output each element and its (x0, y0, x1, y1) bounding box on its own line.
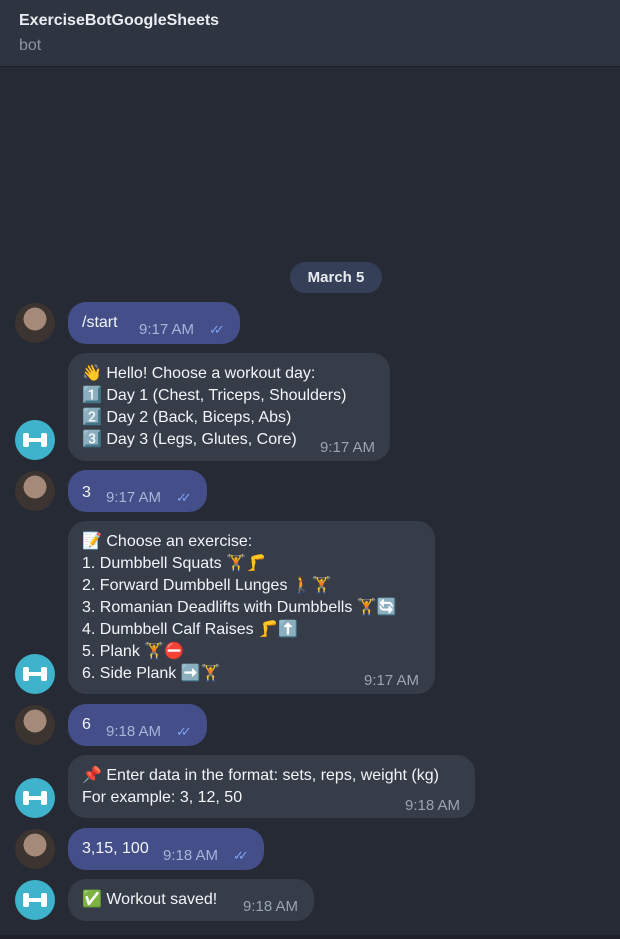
user-avatar[interactable] (15, 705, 55, 745)
bot-avatar[interactable] (15, 880, 55, 920)
message-bubble-incoming[interactable]: 👋 Hello! Choose a workout day: 1️⃣ Day 1… (68, 353, 390, 461)
message-line: 2. Forward Dumbbell Lunges 🚶🏋️ (82, 577, 332, 594)
message-line: 6. Side Plank ➡️🏋️ (82, 665, 221, 682)
composer-divider (0, 935, 620, 939)
chat-title[interactable]: ExerciseBotGoogleSheets (19, 12, 219, 30)
message-line: 1️⃣ Day 1 (Chest, Triceps, Shoulders) (82, 387, 347, 404)
message-line: 📝 Choose an exercise: (82, 533, 253, 550)
message-time: 9:18 AM (243, 898, 299, 915)
user-avatar[interactable] (15, 303, 55, 343)
message-line: 1. Dumbbell Squats 🏋️🦵 (82, 555, 266, 572)
double-check-icon: ✓✓ (233, 848, 249, 863)
message-text: 3 (82, 484, 91, 501)
message-text: /start (82, 314, 118, 331)
message-bubble-incoming[interactable]: ✅ Workout saved! 9:18 AM (68, 879, 314, 921)
message-text: ✅ Workout saved! (82, 891, 218, 908)
message-line: 3️⃣ Day 3 (Legs, Glutes, Core) (82, 431, 297, 448)
date-separator: March 5 (290, 262, 382, 293)
message-bubble-outgoing[interactable]: 6 9:18 AM ✓✓ (68, 704, 207, 746)
message-time: 9:17 AM (364, 672, 420, 689)
double-check-icon: ✓✓ (209, 322, 225, 337)
message-line: 📌 Enter data in the format: sets, reps, … (82, 767, 439, 784)
message-line: For example: 3, 12, 50 (82, 789, 243, 806)
message-time: 9:17 AM (320, 439, 376, 456)
user-avatar[interactable] (15, 471, 55, 511)
bot-avatar[interactable] (15, 778, 55, 818)
bot-avatar[interactable] (15, 654, 55, 694)
double-check-icon: ✓✓ (176, 724, 192, 739)
message-bubble-outgoing[interactable]: 3 9:17 AM ✓✓ (68, 470, 207, 512)
message-line: 5. Plank 🏋️⛔ (82, 643, 185, 660)
double-check-icon: ✓✓ (176, 490, 192, 505)
message-bubble-outgoing[interactable]: 3,15, 100 9:18 AM ✓✓ (68, 828, 264, 870)
chat-subtitle: bot (19, 37, 42, 54)
message-time: 9:17 AM (106, 489, 162, 506)
chat-header[interactable]: ExerciseBotGoogleSheets bot (0, 0, 620, 67)
message-line: 👋 Hello! Choose a workout day: (82, 365, 316, 382)
message-time: 9:17 AM (139, 321, 195, 338)
user-avatar[interactable] (15, 829, 55, 869)
message-bubble-outgoing[interactable]: /start 9:17 AM ✓✓ (68, 302, 240, 344)
message-bubble-incoming[interactable]: 📝 Choose an exercise: 1. Dumbbell Squats… (68, 521, 435, 694)
dumbbell-icon (23, 791, 47, 805)
dumbbell-icon (23, 667, 47, 681)
dumbbell-icon (23, 433, 47, 447)
message-line: 2️⃣ Day 2 (Back, Biceps, Abs) (82, 409, 292, 426)
bot-avatar[interactable] (15, 420, 55, 460)
message-time: 9:18 AM (405, 797, 461, 814)
message-text: 3,15, 100 (82, 840, 149, 857)
dumbbell-icon (23, 893, 47, 907)
message-bubble-incoming[interactable]: 📌 Enter data in the format: sets, reps, … (68, 755, 475, 818)
message-line: 3. Romanian Deadlifts with Dumbbells 🏋️🔄 (82, 599, 397, 616)
message-line: 4. Dumbbell Calf Raises 🦵⬆️ (82, 621, 298, 638)
message-text: 6 (82, 716, 91, 733)
message-time: 9:18 AM (163, 847, 219, 864)
message-time: 9:18 AM (106, 723, 162, 740)
